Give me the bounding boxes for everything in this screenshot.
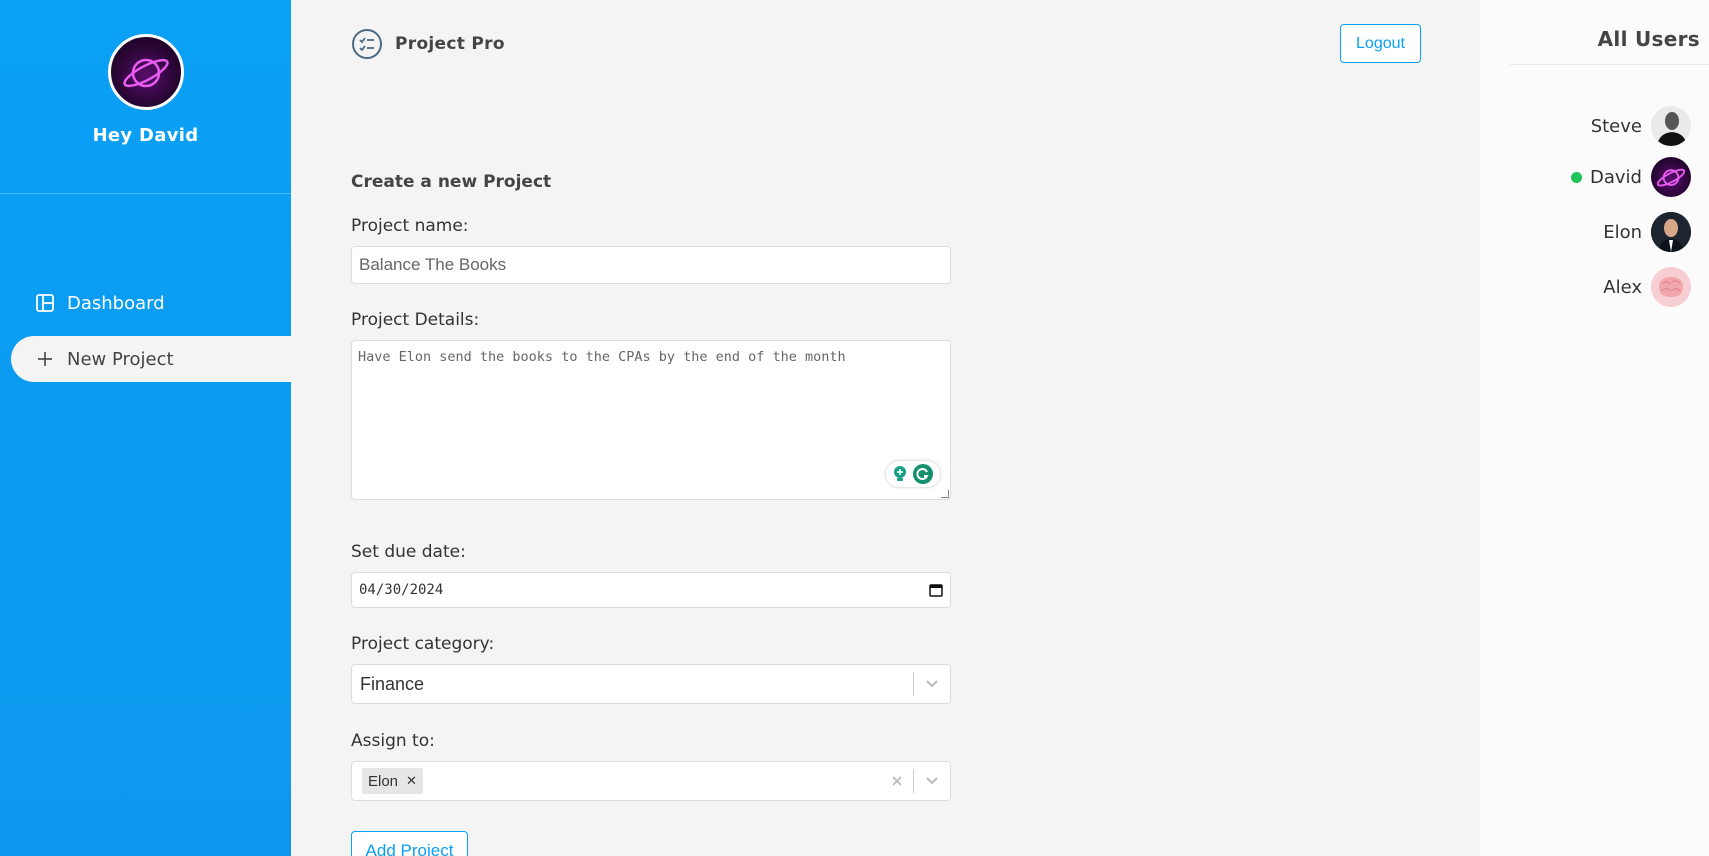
planet-icon: [122, 58, 169, 88]
due-date-input[interactable]: 04/30/2024: [351, 572, 951, 608]
topbar: Project Pro: [351, 28, 505, 60]
lightbulb-icon: [894, 466, 906, 481]
sidebar-item-new-project[interactable]: New Project: [11, 336, 291, 382]
users-panel: All Users Steve David Elon Alex: [1480, 0, 1709, 856]
user-item-elon[interactable]: Elon: [1603, 211, 1691, 253]
user-name: Steve: [1590, 115, 1642, 137]
logout-button[interactable]: Logout: [1340, 24, 1421, 63]
add-project-button[interactable]: Add Project: [351, 831, 468, 856]
main-content: Project Pro Logout Create a new Project …: [291, 0, 1480, 856]
project-details-label: Project Details:: [351, 310, 480, 330]
user-item-alex[interactable]: Alex: [1603, 266, 1691, 308]
sidebar-item-label: New Project: [67, 348, 174, 370]
assigned-tag: Elon ✕: [362, 768, 423, 794]
assigned-tags: Elon ✕: [352, 768, 881, 794]
calendar-icon[interactable]: [929, 583, 943, 597]
project-category-value: Finance: [360, 673, 425, 694]
online-indicator: [1571, 171, 1583, 183]
user-avatar: [107, 34, 184, 110]
user-item-david[interactable]: David: [1571, 156, 1691, 198]
user-avatar: [1651, 106, 1691, 146]
user-item-steve[interactable]: Steve: [1591, 105, 1691, 147]
assign-to-select[interactable]: Elon ✕: [351, 761, 951, 801]
project-name-input[interactable]: Balance The Books: [351, 246, 951, 284]
users-title: All Users: [1597, 27, 1700, 51]
chevron-down-icon[interactable]: [914, 679, 950, 689]
due-date-value: 04/30/2024: [359, 582, 444, 598]
divider: [1510, 64, 1709, 65]
assign-to-label: Assign to:: [351, 731, 435, 751]
due-date-label: Set due date:: [351, 542, 466, 562]
checklist-icon: [352, 29, 382, 59]
user-avatar: [1651, 157, 1691, 197]
user-name: David: [1590, 166, 1642, 188]
greeting: Hey David: [92, 125, 199, 146]
plus-icon: [33, 347, 57, 371]
project-details-textarea[interactable]: Have Elon send the books to the CPAs by …: [351, 340, 951, 500]
project-details-text: Have Elon send the books to the CPAs by …: [358, 349, 846, 365]
sidebar: Hey David Dashboard New Project: [0, 0, 291, 856]
sidebar-nav: Dashboard New Project: [0, 280, 291, 382]
sidebar-item-dashboard[interactable]: Dashboard: [11, 280, 291, 326]
new-project-form: Create a new Project Project name: Balan…: [351, 172, 951, 856]
user-avatar: [1651, 212, 1691, 252]
sidebar-item-label: Dashboard: [67, 292, 165, 314]
remove-tag-icon[interactable]: ✕: [404, 773, 423, 789]
grammar-assistant-widget[interactable]: [886, 461, 940, 487]
chevron-down-icon[interactable]: [914, 776, 950, 786]
clear-icon[interactable]: [881, 775, 913, 787]
form-title: Create a new Project: [351, 172, 552, 192]
user-avatar: [1651, 267, 1691, 307]
resize-handle[interactable]: [941, 490, 949, 498]
user-name: Elon: [1603, 221, 1642, 243]
app-title: Project Pro: [395, 34, 505, 54]
grammarly-icon: [913, 464, 933, 484]
dashboard-icon: [33, 291, 57, 315]
assigned-tag-label: Elon: [368, 772, 399, 790]
project-category-label: Project category:: [351, 634, 495, 654]
user-name: Alex: [1603, 276, 1642, 298]
profile-section: Hey David: [0, 0, 291, 194]
project-name-label: Project name:: [351, 216, 469, 236]
project-category-select[interactable]: Finance: [351, 664, 951, 704]
